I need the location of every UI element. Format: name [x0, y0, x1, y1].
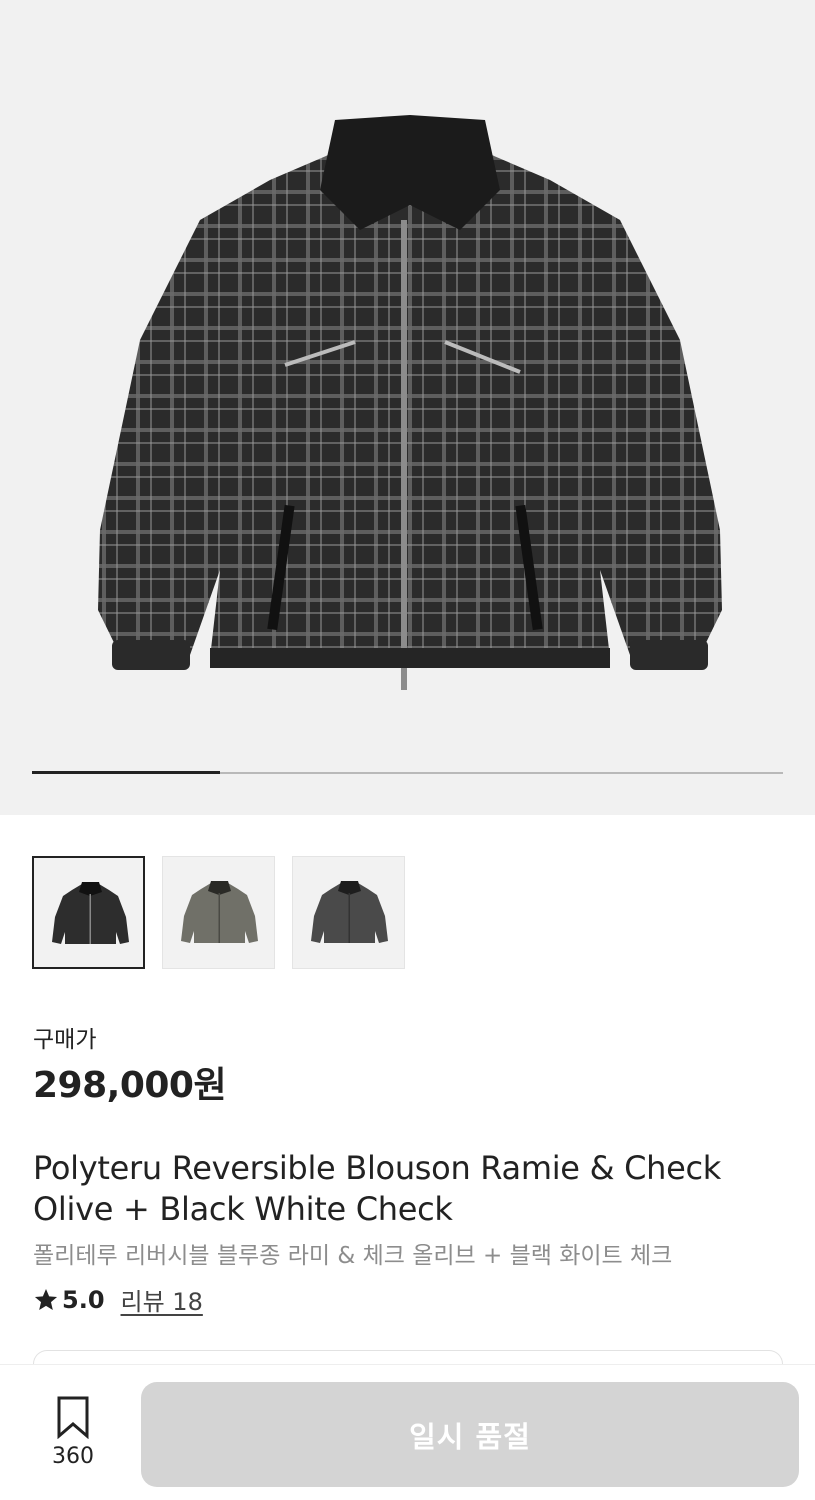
sold-out-button[interactable]: 일시 품절	[141, 1382, 799, 1487]
color-thumbnail-list	[32, 856, 405, 969]
gallery-progress-track	[32, 771, 783, 774]
wishlist-count: 360	[52, 1444, 94, 1469]
thumbnail-olive[interactable]	[162, 856, 275, 969]
rating-row: 5.0 리뷰 18	[33, 1282, 203, 1317]
bottom-action-bar: 360 일시 품절	[0, 1365, 815, 1500]
wishlist-button[interactable]: 360	[40, 1395, 106, 1469]
thumbnail-jacket-image	[52, 882, 129, 944]
price-value: 298,000원	[33, 1065, 227, 1106]
thumbnail-jacket-image	[311, 881, 388, 943]
rating-value: 5.0	[62, 1285, 105, 1314]
product-image-gallery[interactable]	[0, 0, 815, 815]
thumbnail-jacket-image	[181, 881, 258, 943]
thumbnail-charcoal[interactable]	[292, 856, 405, 969]
product-name-korean: 폴리테루 리버시블 블루종 라미 & 체크 올리브 + 블랙 화이트 체크	[33, 1243, 673, 1269]
thumbnail-black-white-check[interactable]	[32, 856, 145, 969]
gallery-progress-indicator	[32, 771, 220, 774]
star-icon	[34, 1288, 58, 1310]
bookmark-icon	[57, 1396, 89, 1440]
price-label: 구매가	[33, 1027, 97, 1053]
product-main-image	[98, 115, 722, 690]
review-count-link[interactable]: 리뷰 18	[121, 1282, 203, 1317]
product-name-english: Polyteru Reversible Blouson Ramie & Chec…	[33, 1149, 722, 1228]
